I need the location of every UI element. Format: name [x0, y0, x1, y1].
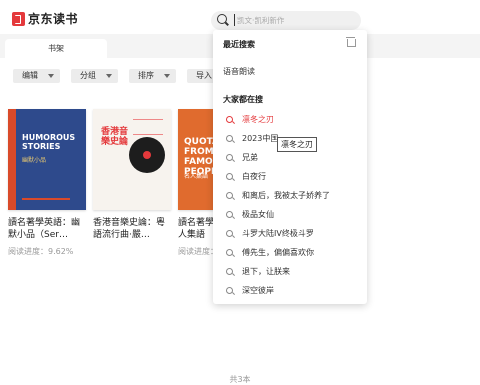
search-icon [226, 249, 233, 256]
text-caret [234, 14, 235, 26]
search-icon [226, 287, 233, 294]
trash-icon[interactable] [346, 37, 356, 47]
edit-button-label: 编辑 [22, 71, 38, 80]
search-icon [226, 230, 233, 237]
book-progress: 阅读进度：9.62% [8, 247, 74, 256]
search-input[interactable] [237, 13, 347, 27]
sort-button[interactable]: 排序 [129, 69, 176, 83]
vinyl-record-icon [129, 137, 165, 173]
book-item[interactable]: HUMOROUS STORIES 幽默小品 讀名著學英語：幽默小品（Ser… 阅… [8, 109, 86, 257]
search-icon [226, 116, 233, 123]
book-logo-icon [12, 11, 25, 26]
book-item[interactable]: 香港音樂史論 香港音樂史論：粵語流行曲·嚴… [93, 109, 171, 246]
app-logo[interactable]: 京东读书 [12, 10, 78, 27]
search-icon [226, 135, 233, 142]
search-icon[interactable] [217, 14, 227, 24]
edit-button[interactable]: 编辑 [13, 69, 60, 83]
recent-search-heading: 最近搜索 [223, 40, 255, 49]
search-dropdown: 最近搜索 语音朗读 大家都在搜 凛冬之刃 2023中国 兄弟 白夜行 和离后，我… [213, 30, 367, 304]
book-cover[interactable]: HUMOROUS STORIES 幽默小品 [8, 109, 86, 210]
hot-search-heading: 大家都在搜 [223, 95, 263, 104]
book-title: 讀名著學英語：幽默小品（Ser… [8, 218, 81, 240]
search-icon [226, 173, 233, 180]
chevron-down-icon [106, 74, 112, 78]
sort-button-label: 排序 [138, 71, 154, 80]
logo-text: 京东读书 [28, 12, 79, 26]
recent-search-item[interactable]: 语音朗读 [223, 66, 255, 77]
search-icon [226, 211, 233, 218]
search-icon [226, 192, 233, 199]
group-button[interactable]: 分组 [71, 69, 118, 83]
tab-shelf[interactable]: 书架 [5, 39, 107, 58]
top-bar: 京东读书 [0, 0, 480, 34]
search-icon [226, 154, 233, 161]
book-title: 香港音樂史論：粵語流行曲·嚴… [93, 218, 166, 240]
group-button-label: 分组 [80, 71, 96, 80]
import-button-label: 导入 [196, 71, 212, 80]
search-box[interactable] [211, 11, 361, 30]
music-decoration [133, 119, 163, 135]
search-icon [226, 268, 233, 275]
chevron-down-icon [48, 74, 54, 78]
tooltip: 凛冬之刃 [277, 137, 317, 152]
book-count: 共3本 [229, 375, 251, 384]
book-cover[interactable]: 香港音樂史論 [93, 109, 171, 210]
chevron-down-icon [164, 74, 170, 78]
